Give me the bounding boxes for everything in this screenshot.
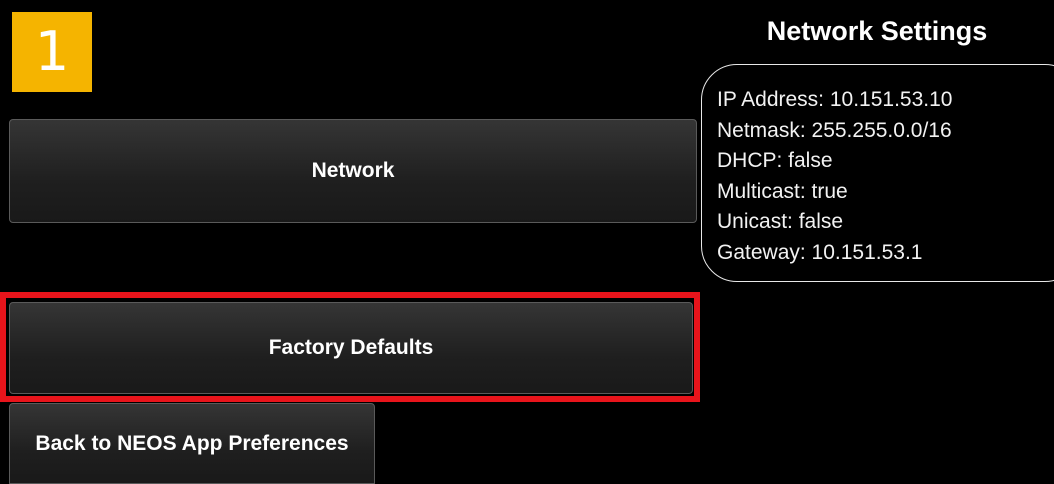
multicast-info: Multicast: true (717, 179, 848, 203)
step-number-badge: 1 (12, 12, 92, 92)
dhcp-info: DHCP: false (717, 149, 833, 172)
network-button-label: Network (311, 159, 395, 182)
back-to-preferences-button[interactable]: Back to NEOS App Preferences (9, 403, 375, 484)
ip-address-info: IP Address: 10.151.53.10 (717, 88, 953, 111)
back-button-label: Back to NEOS App Preferences (35, 431, 349, 455)
factory-defaults-button[interactable]: Factory Defaults (9, 302, 693, 394)
network-button[interactable]: Network (9, 119, 697, 223)
unicast-info: Unicast: false (717, 210, 844, 233)
factory-defaults-button-label: Factory Defaults (268, 336, 434, 359)
network-settings-title: Network Settings (766, 16, 988, 46)
screen: 1 Network Factory Defaults Back to NEOS … (0, 0, 1054, 484)
network-settings-panel: IP Address: 10.151.53.10 Netmask: 255.25… (701, 64, 1054, 282)
gateway-info: Gateway: 10.151.53.1 (717, 240, 923, 264)
netmask-info: Netmask: 255.255.0.0/16 (717, 118, 952, 142)
